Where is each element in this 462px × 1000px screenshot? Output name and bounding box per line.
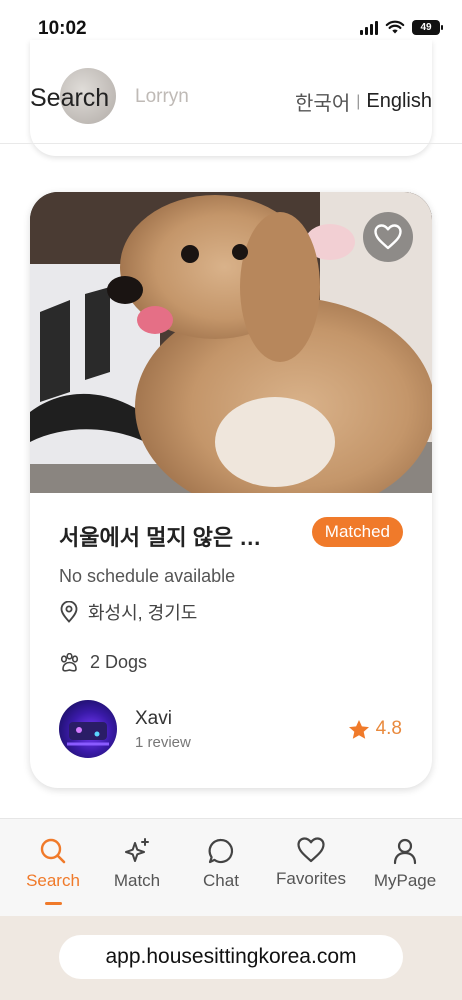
lang-english-link[interactable]: English [366,90,432,113]
previous-owner-name: Lorryn [135,86,189,107]
nav-chat[interactable]: Chat [176,837,266,891]
owner-name: Xavi [135,708,172,729]
nav-mypage-label: MyPage [373,871,437,890]
schedule-text: No schedule available [59,566,236,586]
page-title: Search [30,84,110,112]
star-icon [348,719,369,739]
owner-review-count: 1 review [135,734,191,751]
owner-avatar[interactable] [59,700,117,758]
nav-search[interactable]: Search [8,837,98,891]
rating-value: 4.8 [375,718,402,739]
dogs-count-text: 2 Dogs [90,652,148,672]
nav-match-label: Match [113,871,161,890]
wifi-icon [385,20,405,34]
heart-outline-icon [374,224,402,250]
nav-favorites[interactable]: Favorites [266,837,356,889]
nav-mypage[interactable]: MyPage [360,837,450,891]
listing-card[interactable]: 서울에서 멀지 않은 … Matched No schedule availab… [30,192,432,788]
paw-icon [60,652,79,672]
location-text: 화성시, 경기도 [88,603,198,623]
dogs-row: 2 Dogs [59,652,147,673]
status-time: 10:02 [38,18,87,39]
nav-search-label: Search [26,871,80,890]
search-icon [40,838,66,864]
battery-icon: 49 [412,20,443,35]
active-tab-indicator [45,902,62,905]
browser-bar: app.housesittingkorea.com [0,916,462,1000]
nav-favorites-label: Favorites [276,869,346,888]
header-divider [0,143,462,144]
map-pin-icon [60,601,78,623]
language-switcher: 한국어 | English [295,87,432,116]
heart-icon [297,837,325,863]
lang-separator: | [356,92,361,110]
chat-bubble-icon [208,838,234,864]
person-icon [393,838,417,865]
location-row: 화성시, 경기도 [59,599,197,625]
signal-icon [360,20,378,35]
nav-chat-label: Chat [203,871,239,890]
favorite-button[interactable] [363,212,413,262]
sparkle-icon [125,838,149,862]
status-badge: Matched [311,517,403,547]
lang-korean-link[interactable]: 한국어 [295,87,350,116]
nav-match[interactable]: Match [92,837,182,891]
rating: 4.8 [348,718,402,740]
url-bar[interactable]: app.housesittingkorea.com [59,935,403,979]
bottom-nav: Search Match Chat Favorites MyPage [0,818,462,916]
status-icons: 49 [360,20,443,35]
listing-title: 서울에서 멀지 않은 … [59,525,262,550]
